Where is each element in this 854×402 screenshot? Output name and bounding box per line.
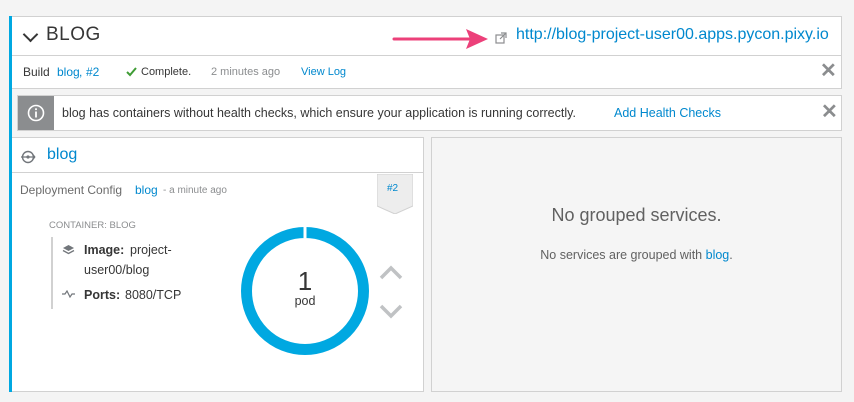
container-label: CONTAINER: BLOG: [49, 220, 136, 231]
annotation-arrow-icon: [392, 29, 488, 49]
image-value-line1: project-: [130, 243, 172, 257]
build-status-row: Build blog , #2 Complete. 2 minutes ago …: [12, 56, 842, 89]
divider: [12, 172, 423, 173]
route-link[interactable]: http://blog-project-user00.apps.pycon.pi…: [516, 26, 829, 44]
build-status: Complete.: [141, 66, 192, 78]
deployment-number-badge[interactable]: #2: [377, 174, 413, 214]
check-icon: [126, 67, 137, 77]
deployment-time: - a minute ago: [163, 185, 227, 196]
service-card: blog Deployment Config blog - a minute a…: [12, 137, 424, 392]
image-value-line2: user00/blog: [84, 263, 150, 277]
build-prefix: Build: [23, 65, 50, 79]
alert-message: blog has containers without health check…: [62, 106, 576, 120]
dismiss-build-close-icon[interactable]: ✕: [820, 61, 837, 81]
layers-icon: [62, 245, 75, 255]
add-health-checks-link[interactable]: Add Health Checks: [614, 106, 721, 120]
service-icon: [21, 150, 36, 164]
app-title: BLOG: [46, 24, 101, 45]
deployment-config-label: Deployment Config: [20, 183, 123, 197]
build-separator: ,: [79, 65, 83, 79]
grouped-service-link[interactable]: blog: [706, 248, 730, 262]
pod-count: 1: [297, 266, 313, 296]
scale-down-chevron-icon[interactable]: [379, 303, 403, 319]
view-log-link[interactable]: View Log: [301, 66, 346, 78]
no-grouped-suffix: .: [729, 248, 733, 262]
grouped-services-panel: No grouped services. No services are gro…: [431, 137, 842, 392]
ports-label: Ports:: [84, 288, 121, 302]
scale-up-chevron-icon[interactable]: [379, 265, 403, 281]
build-number-link[interactable]: #2: [86, 65, 99, 79]
health-check-alert: blog has containers without health check…: [17, 95, 842, 131]
info-icon: [27, 104, 45, 122]
build-time: 2 minutes ago: [211, 66, 281, 78]
container-line: [51, 237, 53, 309]
project-header: BLOG http://blog-project-user00.apps.pyc…: [12, 16, 842, 56]
no-grouped-message: No services are grouped with blog.: [432, 248, 841, 262]
external-link-icon: [495, 32, 507, 44]
deployment-config-link[interactable]: blog: [135, 183, 158, 197]
dismiss-alert-close-icon[interactable]: ✕: [821, 102, 838, 122]
ports-value: 8080/TCP: [125, 288, 182, 302]
alert-icon-container: [18, 96, 54, 130]
no-grouped-title: No grouped services.: [551, 205, 722, 225]
image-label: Image:: [84, 243, 125, 257]
no-grouped-text: No services are grouped with: [540, 248, 703, 262]
ports-icon: [62, 290, 75, 298]
build-name-link[interactable]: blog: [57, 65, 80, 79]
pod-unit: pod: [294, 294, 316, 308]
service-name-link[interactable]: blog: [47, 146, 77, 164]
chevron-down-icon[interactable]: [22, 26, 39, 43]
